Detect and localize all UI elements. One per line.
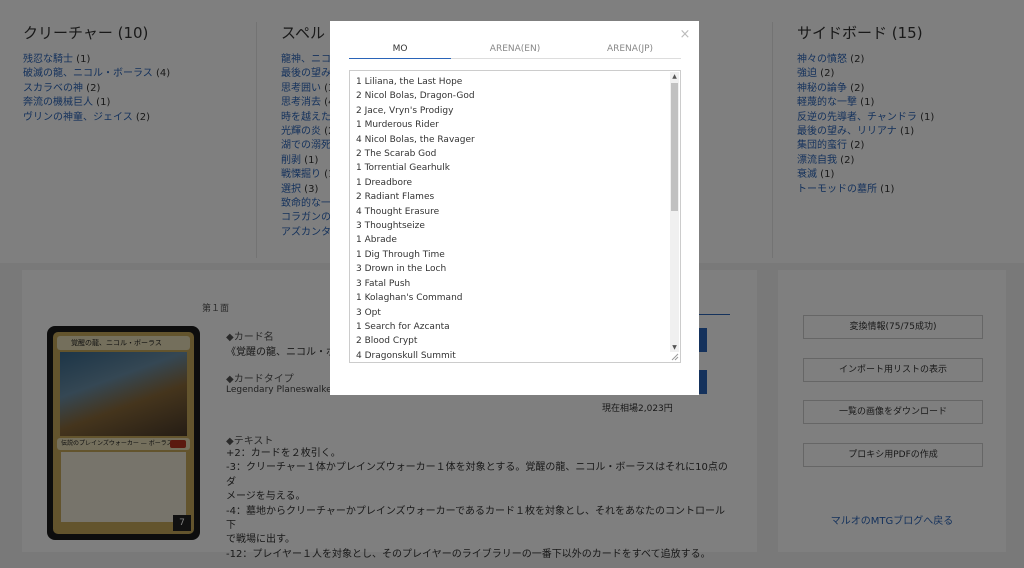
deck-list-line: 3 Thoughtseize [356,221,425,232]
scroll-thumb[interactable] [671,83,678,211]
deck-list-line: 1 Dreadbore [356,177,413,188]
deck-list-line: 4 Thought Erasure [356,206,440,217]
scroll-up-icon[interactable]: ▲ [670,72,679,81]
deck-list-line: 3 Fatal Push [356,278,411,289]
deck-list-line: 1 Kolaghan's Command [356,293,463,304]
deck-list-line: 1 Abrade [356,235,397,246]
tab-mo[interactable]: MO [349,44,451,54]
scrollbar[interactable]: ▲ ▼ [670,72,679,352]
tab-underline [451,58,681,59]
deck-list-line: 2 Radiant Flames [356,192,435,203]
deck-list-line: 1 Torrential Gearhulk [356,163,450,174]
deck-list-line: 1 Search for Azcanta [356,321,450,332]
deck-list-textarea[interactable]: 1 Liliana, the Last Hope 2 Nicol Bolas, D… [349,70,681,363]
deck-list-line: 3 Drown in the Loch [356,264,447,275]
deck-list-line: 4 Dragonskull Summit [356,350,456,361]
deck-list-line: 2 Blood Crypt [356,336,418,347]
resize-grip-icon[interactable] [671,353,679,361]
tab-arena-jp[interactable]: ARENA(JP) [579,44,681,54]
tab-arena-en[interactable]: ARENA(EN) [464,44,566,54]
deck-list-line: 1 Liliana, the Last Hope [356,77,463,87]
deck-list-line: 1 Murderous Rider [356,120,439,131]
close-icon[interactable]: × [678,28,692,42]
deck-list-line: 2 The Scarab God [356,149,437,160]
deck-list: 1 Liliana, the Last Hope 2 Nicol Bolas, D… [356,75,475,362]
deck-list-line: 4 Nicol Bolas, the Ravager [356,134,475,145]
deck-list-line: 3 Opt [356,307,381,318]
tab-mo-underline [349,58,451,59]
deck-list-line: 1 Dig Through Time [356,249,445,260]
deck-list-line: 2 Nicol Bolas, Dragon-God [356,91,475,102]
deck-list-line: 2 Jace, Vryn's Prodigy [356,105,454,116]
scroll-down-icon[interactable]: ▼ [670,343,679,352]
